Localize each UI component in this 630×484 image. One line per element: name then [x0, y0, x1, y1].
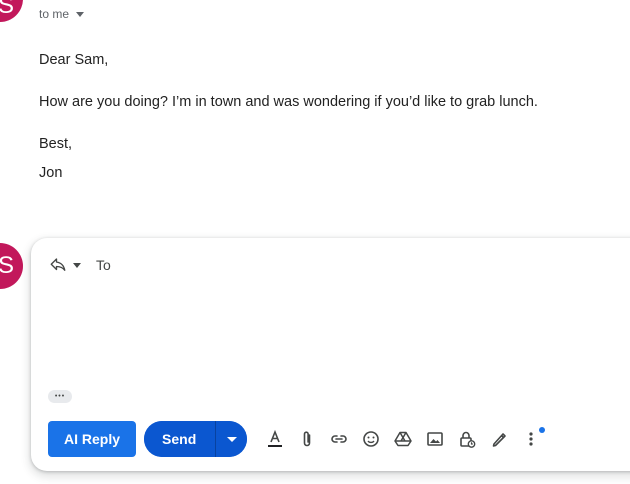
confidential-icon[interactable]	[451, 423, 483, 455]
send-button[interactable]: Send	[144, 421, 216, 457]
to-field-label[interactable]: To	[96, 257, 111, 273]
chevron-down-icon	[226, 436, 237, 442]
drive-icon[interactable]	[387, 423, 419, 455]
send-options-button[interactable]	[215, 421, 248, 457]
recipient-details-toggle[interactable]: to me	[39, 7, 85, 21]
photo-icon[interactable]	[419, 423, 451, 455]
more-options-icon[interactable]	[515, 423, 547, 455]
to-me-label: to me	[39, 7, 70, 21]
reply-type-selector[interactable]	[49, 256, 81, 274]
notification-dot	[539, 427, 546, 433]
link-icon[interactable]	[323, 423, 355, 455]
reply-avatar: S	[0, 243, 23, 289]
text-format-icon[interactable]	[259, 423, 291, 455]
reply-type-chevron-icon	[73, 263, 81, 268]
message-body: How are you doing? I’m in town and was w…	[39, 94, 538, 110]
message-signature: Jon	[39, 165, 63, 181]
emoji-icon[interactable]	[355, 423, 387, 455]
attach-icon[interactable]	[291, 423, 323, 455]
chevron-down-icon	[76, 12, 85, 17]
sender-avatar: S	[0, 0, 23, 22]
send-button-group: Send	[144, 421, 248, 457]
compose-toolbar: AI Reply Send	[48, 421, 547, 457]
reply-arrow-icon	[50, 258, 66, 271]
ai-reply-button[interactable]: AI Reply	[48, 421, 137, 457]
message-greeting: Dear Sam,	[39, 52, 109, 68]
message-signoff: Best,	[39, 136, 73, 152]
signature-icon[interactable]	[483, 423, 515, 455]
show-trimmed-content-button[interactable]: •••	[48, 390, 72, 403]
reply-compose-box: To ••• AI Reply Send	[31, 238, 630, 471]
